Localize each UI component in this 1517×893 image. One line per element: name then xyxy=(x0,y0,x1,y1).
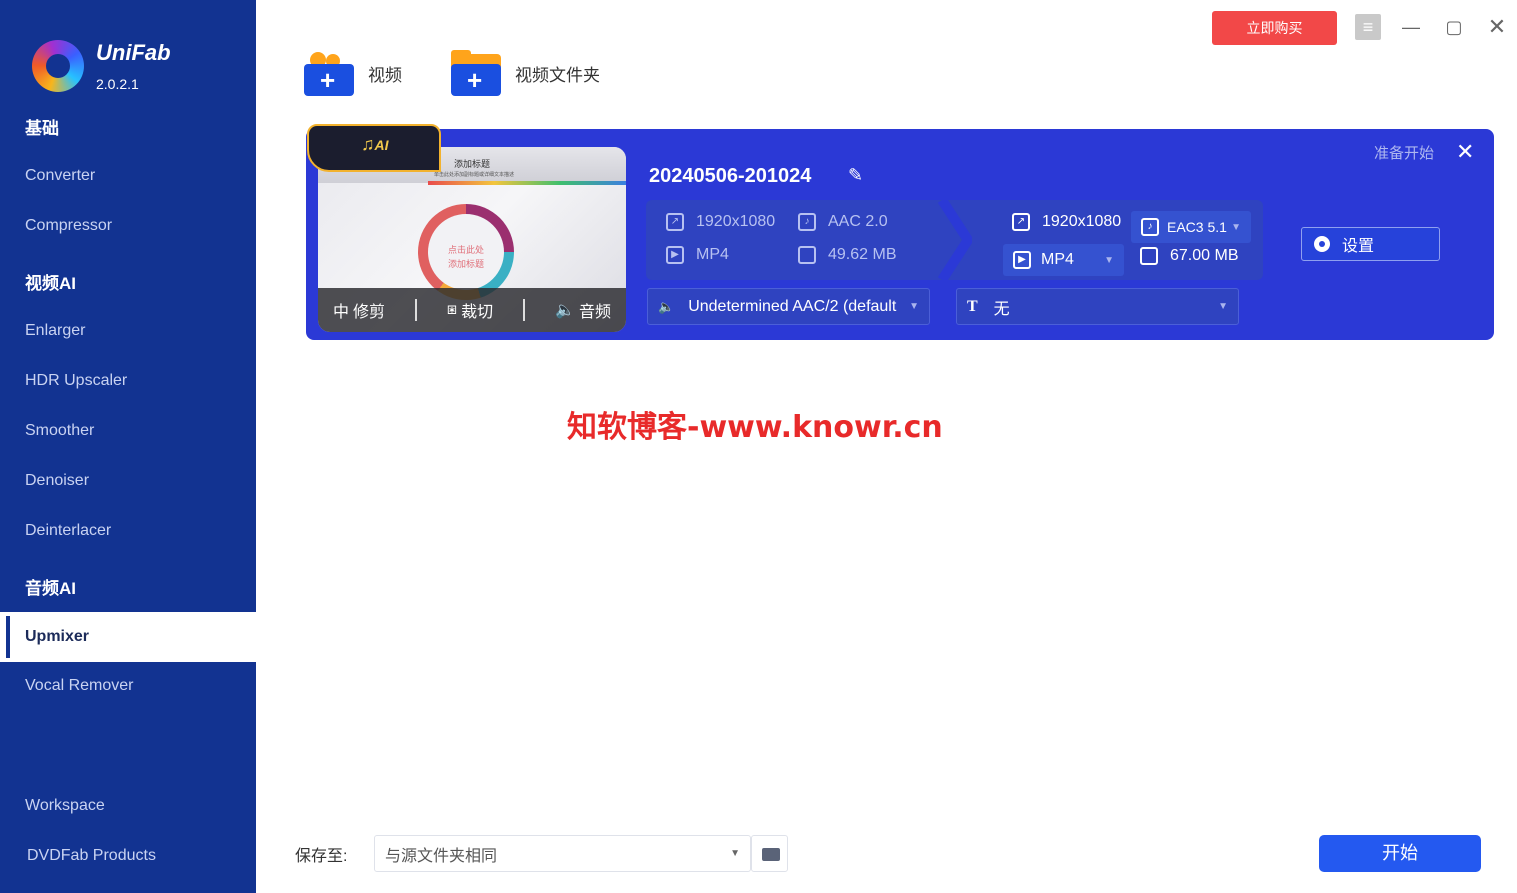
music-note-ai-icon: ♫AI xyxy=(361,134,389,154)
minimize-icon[interactable]: — xyxy=(1398,14,1424,40)
file-name: 20240506-201024 xyxy=(649,165,812,187)
close-window-icon[interactable]: ✕ xyxy=(1484,14,1510,40)
buy-now-button[interactable]: 立即购买 xyxy=(1212,11,1337,45)
source-format: ▶ MP4 xyxy=(666,246,729,264)
audio-icon: ♪ xyxy=(798,213,816,231)
gear-icon xyxy=(1314,236,1330,252)
speaker-icon: 🔈 xyxy=(555,302,575,319)
sidebar-item-converter[interactable]: Converter xyxy=(0,151,256,201)
add-folder-button[interactable]: + 视频文件夹 xyxy=(451,48,600,98)
video-thumbnail[interactable]: 添加标题 单击此处添加副标题或详细文本描述 点击此处 添加标题 中 修剪 ⧆ 裁… xyxy=(318,147,626,332)
section-title-audio-ai: 音频AI xyxy=(25,579,76,598)
text-icon: T xyxy=(967,297,978,315)
audio-track-select[interactable]: 🔈 Undetermined AAC/2 (default ▼ xyxy=(647,288,930,325)
sidebar-item-dvdfab-products[interactable]: DVDFab Products xyxy=(0,831,256,881)
thumbnail-action-bar: 中 修剪 ⧆ 裁切 🔈 音频 xyxy=(318,288,626,332)
add-folder-label: 视频文件夹 xyxy=(515,65,600,85)
section-title-basic: 基础 xyxy=(25,119,59,138)
thumbnail-subtitle: 单击此处添加副标题或详细文本描述 xyxy=(434,172,515,178)
chevron-down-icon: ▼ xyxy=(1231,221,1241,233)
settings-button[interactable]: 设置 xyxy=(1301,227,1440,261)
sidebar: UniFab 2.0.2.1 基础 Converter Compressor 视… xyxy=(0,0,256,893)
audio-label: 音频 xyxy=(578,304,611,321)
audio-icon: ♪ xyxy=(1141,218,1159,236)
maximize-icon[interactable]: ▢ xyxy=(1441,14,1467,40)
menu-icon[interactable]: ≡ xyxy=(1355,14,1381,40)
source-size: 49.62 MB xyxy=(798,246,896,264)
browse-folder-button[interactable] xyxy=(751,835,788,872)
trim-label: 修剪 xyxy=(352,304,385,321)
source-audio: ♪ AAC 2.0 xyxy=(798,213,888,231)
task-status: 准备开始 xyxy=(1374,145,1435,162)
crop-label: 裁切 xyxy=(461,304,494,321)
resolution-icon: ↗ xyxy=(666,213,684,231)
thumbnail-center-text-1: 点击此处 xyxy=(447,245,484,255)
sidebar-item-deinterlacer[interactable]: Deinterlacer xyxy=(0,506,256,556)
chevron-down-icon: ▼ xyxy=(1218,301,1228,312)
save-to-label: 保存至: xyxy=(295,848,348,865)
crop-icon: ⧆ xyxy=(446,301,458,318)
app-brand: UniFab xyxy=(96,40,171,65)
convert-arrow-icon xyxy=(938,200,972,280)
resolution-icon: ↗ xyxy=(1012,213,1030,231)
crop-button[interactable]: ⧆ 裁切 xyxy=(447,298,493,322)
thumbnail-center-text-2: 添加标题 xyxy=(447,259,484,269)
subtitle-track-select[interactable]: T 无 ▼ xyxy=(956,288,1239,325)
output-resolution: ↗ 1920x1080 xyxy=(1012,213,1121,231)
add-video-button[interactable]: + 视频 xyxy=(304,48,402,98)
trim-icon: 中 xyxy=(332,304,349,321)
folder-icon xyxy=(798,246,816,264)
edit-name-icon[interactable]: ✎ xyxy=(848,165,870,187)
output-format-dropdown[interactable]: ▶ MP4 ▼ xyxy=(1003,244,1124,276)
watermark-text: 知软博客-www.knowr.cn xyxy=(567,410,943,445)
sidebar-item-enlarger[interactable]: Enlarger xyxy=(0,306,256,356)
add-video-label: 视频 xyxy=(368,65,402,85)
sidebar-item-denoiser[interactable]: Denoiser xyxy=(0,456,256,506)
section-title-video-ai: 视频AI xyxy=(25,274,76,293)
video-icon: ▶ xyxy=(666,246,684,264)
sidebar-item-workspace[interactable]: Workspace xyxy=(0,781,256,831)
source-resolution: ↗ 1920x1080 xyxy=(666,213,775,231)
start-button[interactable]: 开始 xyxy=(1319,835,1481,872)
video-icon: ▶ xyxy=(1013,251,1031,269)
add-folder-icon: + xyxy=(451,50,505,96)
sidebar-item-upmixer[interactable]: Upmixer xyxy=(0,612,256,662)
add-video-icon: + xyxy=(304,50,358,96)
unifab-logo-icon xyxy=(32,40,84,92)
folder-open-icon xyxy=(762,848,780,861)
folder-icon xyxy=(1140,247,1158,265)
speaker-icon: 🔈 xyxy=(658,298,675,314)
trim-button[interactable]: 中 修剪 xyxy=(333,298,385,322)
output-size: 67.00 MB xyxy=(1140,247,1238,265)
sidebar-item-compressor[interactable]: Compressor xyxy=(0,201,256,251)
chevron-down-icon: ▼ xyxy=(909,301,919,312)
sidebar-item-smoother[interactable]: Smoother xyxy=(0,406,256,456)
save-to-dropdown[interactable]: 与源文件夹相同 ▼ xyxy=(374,835,751,872)
chevron-down-icon: ▼ xyxy=(1104,254,1114,266)
app-version: 2.0.2.1 xyxy=(96,76,139,92)
sidebar-item-vocal-remover[interactable]: Vocal Remover xyxy=(0,661,256,711)
ai-music-badge: ♫AI xyxy=(307,124,441,172)
sidebar-item-hdr-upscaler[interactable]: HDR Upscaler xyxy=(0,356,256,406)
chevron-down-icon: ▼ xyxy=(730,848,740,859)
audio-button[interactable]: 🔈 音频 xyxy=(555,298,611,322)
audio-codec-dropdown[interactable]: ♪ EAC3 5.1 ▼ xyxy=(1131,211,1251,243)
thumbnail-title: 添加标题 xyxy=(454,159,491,169)
remove-task-icon[interactable]: ✕ xyxy=(1456,139,1474,165)
